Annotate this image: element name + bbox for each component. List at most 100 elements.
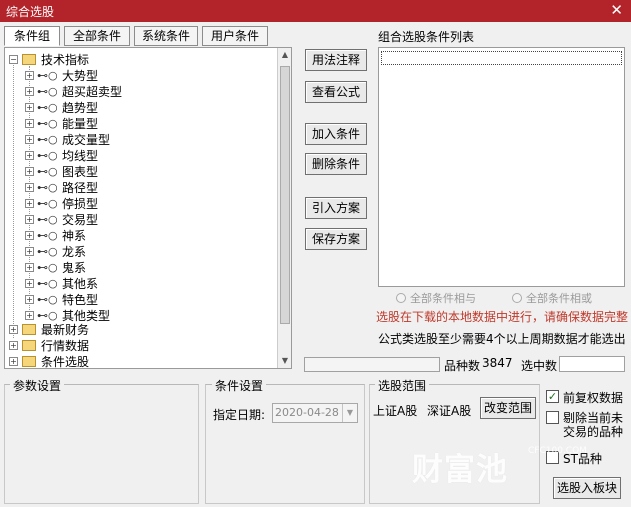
indicator-icon: ⊷○ (37, 277, 58, 290)
usage-note-button[interactable]: 用法注释 (305, 49, 367, 71)
range-sh-label: 上证A股 (373, 404, 418, 418)
indicator-icon: ⊷○ (37, 101, 58, 114)
indicator-icon: ⊷○ (37, 293, 58, 306)
expand-icon[interactable]: + (9, 357, 18, 366)
scroll-down-icon[interactable]: ▼ (278, 354, 291, 368)
list-focus-row[interactable] (381, 51, 622, 65)
indicator-icon: ⊷○ (37, 69, 58, 82)
tree-folder-label: 最新财务 (41, 323, 90, 337)
date-label: 指定日期: (213, 408, 266, 422)
tab-all-conditions[interactable]: 全部条件 (64, 26, 130, 46)
tree-item[interactable]: + ⊷○ 超买超卖型 (5, 84, 275, 100)
tree-item[interactable]: + ⊷○ 路径型 (5, 180, 275, 196)
logic-and-radio[interactable]: 全部条件相与 (396, 290, 476, 306)
fq-label: 前复权数据 (563, 391, 624, 405)
expand-icon[interactable]: + (25, 231, 34, 240)
tree-folder-label: 行情数据 (41, 339, 90, 353)
dropdown-icon[interactable]: ▼ (342, 404, 357, 422)
tree-item[interactable]: + ⊷○ 停损型 (5, 196, 275, 212)
scroll-thumb[interactable] (280, 66, 290, 324)
tree-item[interactable]: + ⊷○ 其他系 (5, 276, 275, 292)
add-condition-button[interactable]: 加入条件 (305, 123, 367, 145)
expand-icon[interactable]: + (25, 71, 34, 80)
select-to-block-button[interactable]: 选股入板块 (553, 477, 621, 499)
indicator-icon: ⊷○ (37, 181, 58, 194)
folder-icon (22, 356, 36, 367)
selected-value (559, 356, 625, 372)
indicator-icon: ⊷○ (37, 261, 58, 274)
expand-icon[interactable]: + (25, 295, 34, 304)
logic-or-radio[interactable]: 全部条件相或 (512, 290, 592, 306)
condition-settings-title: 条件设置 (212, 377, 267, 394)
indicator-icon: ⊷○ (37, 165, 58, 178)
import-plan-button[interactable]: 引入方案 (305, 197, 367, 219)
expand-icon[interactable]: + (25, 263, 34, 272)
tab-user-conditions[interactable]: 用户条件 (202, 26, 268, 46)
title-bar: 综合选股 ✕ (0, 0, 631, 22)
tree-item[interactable]: + ⊷○ 能量型 (5, 116, 275, 132)
expand-icon[interactable]: + (25, 183, 34, 192)
count-label: 品种数 (444, 359, 481, 373)
tree-item-label: 能量型 (62, 117, 99, 131)
expand-icon[interactable]: + (25, 199, 34, 208)
tree-item[interactable]: + ⊷○ 图表型 (5, 164, 275, 180)
param-settings-title: 参数设置 (10, 377, 65, 394)
tree-item[interactable]: + ⊷○ 均线型 (5, 148, 275, 164)
tree-item[interactable]: + ⊷○ 特色型 (5, 292, 275, 308)
count-value: 3847 (482, 356, 513, 370)
expand-icon[interactable]: + (9, 341, 18, 350)
tree-item[interactable]: + ⊷○ 神系 (5, 228, 275, 244)
watermark-logo: 财富池 (412, 452, 508, 488)
tree-item[interactable]: + ⊷○ 趋势型 (5, 100, 275, 116)
expand-icon[interactable]: + (25, 151, 34, 160)
delete-condition-button[interactable]: 删除条件 (305, 153, 367, 175)
tree-folder-item[interactable]: + 行情数据 (5, 338, 275, 354)
expand-icon[interactable]: + (25, 87, 34, 96)
expand-icon[interactable]: + (25, 311, 34, 320)
tab-system-conditions[interactable]: 系统条件 (134, 26, 198, 46)
tree-item[interactable]: + ⊷○ 大势型 (5, 68, 275, 84)
date-picker[interactable]: 2020-04-28 ▼ (272, 403, 358, 423)
tree-item[interactable]: + ⊷○ 龙系 (5, 244, 275, 260)
tree-item-label: 均线型 (62, 149, 99, 163)
tree-item[interactable]: + ⊷○ 鬼系 (5, 260, 275, 276)
expand-icon[interactable]: + (25, 247, 34, 256)
tree-folder-item[interactable]: + 条件选股 (5, 354, 275, 368)
condition-tree[interactable]: − 技术指标 + ⊷○ 大势型 + ⊷○ 超买超卖型 + ⊷○ 趋势型 + ⊷○ 能量型 + ⊷○ 成交量型… (4, 47, 292, 369)
folder-icon (22, 340, 36, 351)
expand-icon[interactable]: + (25, 215, 34, 224)
tree-item-label: 停损型 (62, 197, 99, 211)
tree-root-item[interactable]: − 技术指标 (5, 52, 275, 68)
tree-item-label: 其他系 (62, 277, 99, 291)
param-settings-group (4, 384, 199, 504)
exclude-checkbox[interactable] (546, 411, 559, 424)
save-plan-button[interactable]: 保存方案 (305, 228, 367, 250)
tree-folder-item[interactable]: + 最新财务 (5, 322, 275, 338)
tree-item-label: 特色型 (62, 293, 99, 307)
tab-condition-group[interactable]: 条件组 (4, 26, 60, 46)
scroll-up-icon[interactable]: ▲ (278, 48, 291, 62)
condition-list-title: 组合选股条件列表 (378, 30, 475, 44)
expand-icon[interactable]: + (25, 167, 34, 176)
close-icon[interactable]: ✕ (610, 0, 623, 20)
expand-icon[interactable]: + (9, 325, 18, 334)
tree-item-label: 神系 (62, 229, 87, 243)
indicator-icon: ⊷○ (37, 197, 58, 210)
expand-icon[interactable]: + (25, 279, 34, 288)
tree-item-label: 大势型 (62, 69, 99, 83)
indicator-icon: ⊷○ (37, 133, 58, 146)
expand-icon[interactable]: + (25, 103, 34, 112)
change-range-button[interactable]: 改变范围 (480, 397, 536, 419)
fq-checkbox[interactable]: ✓ (546, 390, 559, 403)
range-sz-label: 深证A股 (427, 404, 472, 418)
exclude-label-2: 交易的品种 (563, 425, 624, 439)
tree-item-label: 龙系 (62, 245, 87, 259)
tree-scrollbar[interactable]: ▲ ▼ (277, 48, 291, 368)
tree-item[interactable]: + ⊷○ 成交量型 (5, 132, 275, 148)
expand-icon[interactable]: + (25, 135, 34, 144)
tree-item[interactable]: + ⊷○ 交易型 (5, 212, 275, 228)
view-formula-button[interactable]: 查看公式 (305, 81, 367, 103)
collapse-icon[interactable]: − (9, 55, 18, 64)
condition-listbox[interactable] (378, 47, 625, 287)
expand-icon[interactable]: + (25, 119, 34, 128)
